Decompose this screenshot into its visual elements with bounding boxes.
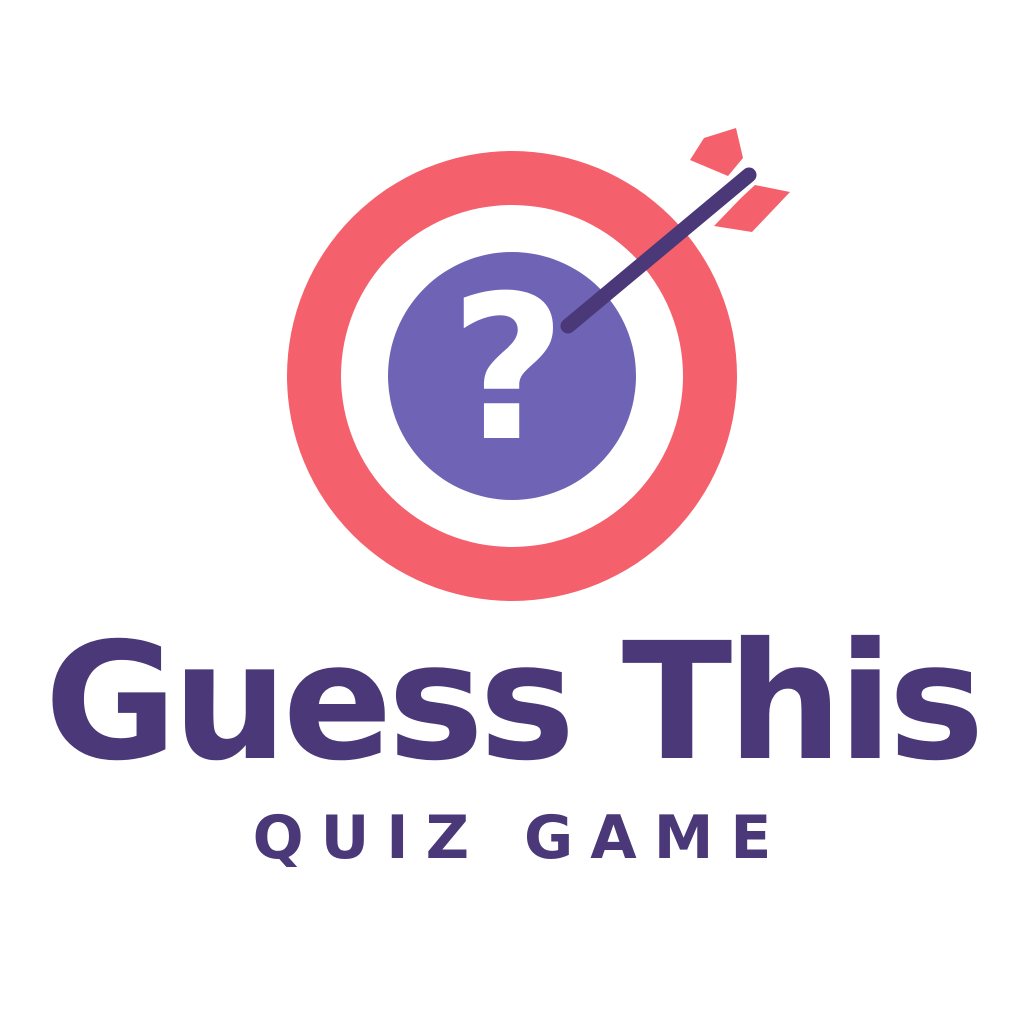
brand-name: Guess This [44,609,984,797]
target-logo-icon: ? [287,128,790,601]
logo-page: ? Guess This QUIZ GAME [0,0,1024,1024]
brand-tagline: QUIZ GAME [252,803,789,873]
question-mark-icon: ? [450,253,566,486]
